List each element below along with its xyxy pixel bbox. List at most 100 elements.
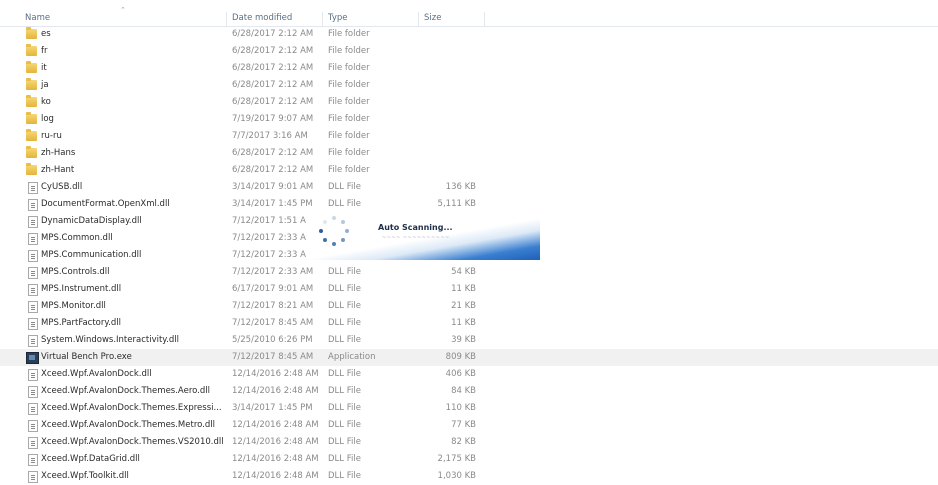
file-name: Xceed.Wpf.Toolkit.dll	[41, 471, 129, 481]
file-row[interactable]: es 6/28/2017 2:12 AM File folder	[0, 26, 938, 43]
file-row[interactable]: MPS.Controls.dll 7/12/2017 2:33 AM DLL Fil…	[0, 264, 938, 281]
file-date-modified: 6/28/2017 2:12 AM	[232, 165, 314, 175]
file-name: MPS.Controls.dll	[41, 267, 110, 277]
file-name: CyUSB.dll	[41, 182, 83, 192]
file-row[interactable]: fr 6/28/2017 2:12 AM File folder	[0, 43, 938, 60]
folder-icon	[26, 61, 37, 73]
file-size: 82 KB	[451, 437, 476, 447]
file-date-modified: 12/14/2016 2:48 AM	[232, 386, 319, 396]
file-row[interactable]: it 6/28/2017 2:12 AM File folder	[0, 60, 938, 77]
file-name: Xceed.Wpf.AvalonDock.Themes.Expressi...	[41, 403, 222, 413]
file-type: DLL File	[328, 369, 361, 379]
file-date-modified: 7/19/2017 9:07 AM	[232, 114, 314, 124]
file-type: DLL File	[328, 471, 361, 481]
column-divider[interactable]	[418, 12, 419, 26]
file-row[interactable]: zh-Hant 6/28/2017 2:12 AM File folder	[0, 162, 938, 179]
file-size: 21 KB	[451, 301, 476, 311]
file-name: ko	[41, 97, 51, 107]
file-name: ru-ru	[41, 131, 62, 141]
file-name: System.Windows.Interactivity.dll	[41, 335, 179, 345]
dll-file-icon	[28, 335, 38, 347]
file-type: File folder	[328, 114, 370, 124]
file-row[interactable]: Xceed.Wpf.DataGrid.dll 12/14/2016 2:48 AM…	[0, 451, 938, 468]
column-header-name[interactable]: Name	[25, 13, 50, 23]
file-date-modified: 12/14/2016 2:48 AM	[232, 454, 319, 464]
file-row[interactable]: MPS.PartFactory.dll 7/12/2017 8:45 AM DLL …	[0, 315, 938, 332]
file-type: File folder	[328, 63, 370, 73]
file-size: 1,030 KB	[437, 471, 476, 481]
file-size: 39 KB	[451, 335, 476, 345]
file-size: 84 KB	[451, 386, 476, 396]
file-date-modified: 3/14/2017 1:45 PM	[232, 403, 313, 413]
file-name: Xceed.Wpf.DataGrid.dll	[41, 454, 140, 464]
file-date-modified: 6/28/2017 2:12 AM	[232, 148, 314, 158]
file-date-modified: 6/17/2017 9:01 AM	[232, 284, 314, 294]
dll-file-icon	[28, 369, 38, 381]
column-divider[interactable]	[322, 12, 323, 26]
file-date-modified: 6/28/2017 2:12 AM	[232, 63, 314, 73]
file-date-modified: 5/25/2010 6:26 PM	[232, 335, 313, 345]
file-date-modified: 12/14/2016 2:48 AM	[232, 420, 319, 430]
file-size: 2,175 KB	[437, 454, 476, 464]
file-row[interactable]: zh-Hans 6/28/2017 2:12 AM File folder	[0, 145, 938, 162]
file-name: DocumentFormat.OpenXml.dll	[41, 199, 170, 209]
file-row[interactable]: Xceed.Wpf.AvalonDock.Themes.Metro.dll 12/…	[0, 417, 938, 434]
file-row[interactable]: log 7/19/2017 9:07 AM File folder	[0, 111, 938, 128]
file-name: Xceed.Wpf.AvalonDock.Themes.Aero.dll	[41, 386, 210, 396]
file-name: es	[41, 29, 51, 39]
folder-icon	[26, 27, 37, 39]
file-type: File folder	[328, 46, 370, 56]
dll-file-icon	[28, 284, 38, 296]
file-date-modified: 12/14/2016 2:48 AM	[232, 369, 319, 379]
file-name: it	[41, 63, 47, 73]
file-name: Xceed.Wpf.AvalonDock.dll	[41, 369, 152, 379]
file-row[interactable]: Xceed.Wpf.AvalonDock.dll 12/14/2016 2:48 …	[0, 366, 938, 383]
file-row[interactable]: MPS.Instrument.dll 6/17/2017 9:01 AM DLL F…	[0, 281, 938, 298]
folder-icon	[26, 95, 37, 107]
file-name: Virtual Bench Pro.exe	[41, 352, 132, 362]
file-type: File folder	[328, 80, 370, 90]
column-header-size[interactable]: Size	[424, 13, 441, 23]
file-type: File folder	[328, 97, 370, 107]
file-row[interactable]: ja 6/28/2017 2:12 AM File folder	[0, 77, 938, 94]
file-type: DLL File	[328, 267, 361, 277]
file-type: DLL File	[328, 318, 361, 328]
file-type: File folder	[328, 131, 370, 141]
file-type: DLL File	[328, 182, 361, 192]
file-row[interactable]: Xceed.Wpf.AvalonDock.Themes.Expressi... 3…	[0, 400, 938, 417]
file-row[interactable]: ko 6/28/2017 2:12 AM File folder	[0, 94, 938, 111]
dll-file-icon	[28, 182, 38, 194]
file-size: 11 KB	[451, 284, 476, 294]
scanning-title: Auto Scanning...	[378, 223, 453, 232]
file-row[interactable]: ru-ru 7/7/2017 3:16 AM File folder	[0, 128, 938, 145]
folder-icon	[26, 78, 37, 90]
column-header-type[interactable]: Type	[328, 13, 348, 23]
file-type: DLL File	[328, 454, 361, 464]
file-name: ja	[41, 80, 49, 90]
file-date-modified: 3/14/2017 9:01 AM	[232, 182, 314, 192]
file-row[interactable]: Xceed.Wpf.AvalonDock.Themes.Aero.dll 12/1…	[0, 383, 938, 400]
column-divider[interactable]	[226, 12, 227, 26]
file-date-modified: 7/12/2017 1:51 A	[232, 216, 306, 226]
column-divider[interactable]	[484, 12, 485, 26]
file-row[interactable]: MPS.Monitor.dll 7/12/2017 8:21 AM DLL File…	[0, 298, 938, 315]
file-name: MPS.PartFactory.dll	[41, 318, 121, 328]
dll-file-icon	[28, 403, 38, 415]
column-header-date-modified[interactable]: Date modified	[232, 13, 292, 23]
file-name: log	[41, 114, 54, 124]
file-size: 406 KB	[445, 369, 476, 379]
file-row[interactable]: System.Windows.Interactivity.dll 5/25/201…	[0, 332, 938, 349]
file-row[interactable]: Xceed.Wpf.Toolkit.dll 12/14/2016 2:48 AM D…	[0, 468, 938, 485]
file-type: DLL File	[328, 335, 361, 345]
file-name: MPS.Monitor.dll	[41, 301, 106, 311]
file-type: DLL File	[328, 420, 361, 430]
file-row[interactable]: Virtual Bench Pro.exe 7/12/2017 8:45 AM Ap…	[0, 349, 938, 366]
dll-file-icon	[28, 267, 38, 279]
file-row[interactable]: Xceed.Wpf.AvalonDock.Themes.VS2010.dll 12…	[0, 434, 938, 451]
file-date-modified: 6/28/2017 2:12 AM	[232, 80, 314, 90]
file-date-modified: 7/12/2017 2:33 AM	[232, 267, 314, 277]
dll-file-icon	[28, 233, 38, 245]
file-type: DLL File	[328, 301, 361, 311]
file-row[interactable]: CyUSB.dll 3/14/2017 9:01 AM DLL File 136 KB	[0, 179, 938, 196]
dll-file-icon	[28, 454, 38, 466]
